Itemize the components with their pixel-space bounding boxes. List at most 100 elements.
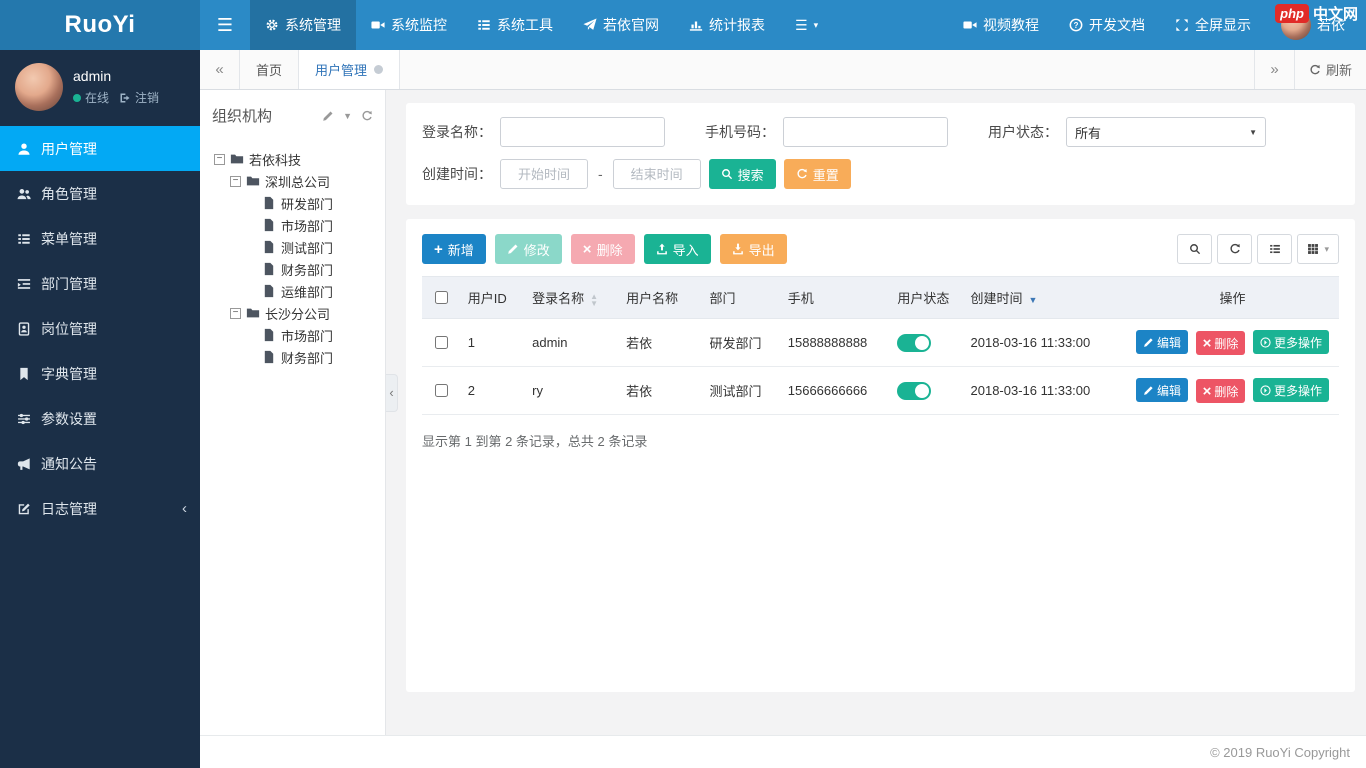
tab-close-icon[interactable] [374, 65, 384, 74]
sidebar-toggle-button[interactable]: ☰ [200, 0, 250, 50]
topnav-fullscreen[interactable]: 全屏显示 [1160, 0, 1266, 50]
tree-node-dept[interactable]: 市场部门 [214, 324, 381, 346]
status-toggle[interactable] [897, 381, 932, 400]
reset-button[interactable]: 重置 [783, 159, 851, 189]
row-more-button[interactable]: 更多操作 [1252, 330, 1329, 354]
sidebar-item-role-management[interactable]: 角色管理 [0, 171, 200, 216]
plus-icon: + [434, 240, 443, 258]
tree-node-dept[interactable]: 测试部门 [214, 236, 381, 258]
user-status-select[interactable]: 所有 ▼ [1066, 117, 1266, 147]
select-all-checkbox[interactable] [434, 291, 448, 304]
refresh-icon [796, 168, 808, 180]
tree-node-dept[interactable]: 研发部门 [214, 192, 381, 214]
topnav-more-dropdown[interactable]: ☰ ▾ [780, 0, 833, 50]
topnav-dev-docs[interactable]: 开发文档 [1054, 0, 1160, 50]
tree-node-label: 长沙分公司 [265, 306, 331, 322]
row-checkbox[interactable] [434, 384, 448, 397]
sidebar-item-post-management[interactable]: 岗位管理 [0, 306, 200, 351]
row-delete-button[interactable]: × 删除 [1195, 331, 1246, 355]
tree-node-branch[interactable]: − 长沙分公司 [214, 302, 381, 324]
sidebar-item-label: 菜单管理 [41, 230, 97, 247]
sidebar-item-log-management[interactable]: 日志管理 ‹ [0, 486, 200, 531]
row-edit-button[interactable]: 编辑 [1135, 378, 1188, 402]
sidebar-item-notice[interactable]: 通知公告 [0, 441, 200, 486]
tree-node-dept[interactable]: 市场部门 [214, 214, 381, 236]
cell-login-name: ry [524, 366, 619, 415]
tabs-scroll-right-button[interactable]: » [1253, 50, 1294, 89]
export-button[interactable]: 导出 [719, 234, 787, 264]
topnav-system-tools[interactable]: 系统工具 [462, 0, 568, 50]
tree-collapse-icon[interactable]: − [230, 307, 241, 319]
start-time-input[interactable] [500, 159, 588, 189]
topnav-label: 视频教程 [983, 17, 1039, 33]
refresh-icon[interactable] [361, 110, 373, 122]
copyright-text: © 2019 RuoYi Copyright [1210, 744, 1350, 760]
tree-collapse-icon[interactable]: − [230, 175, 241, 187]
row-checkbox[interactable] [434, 336, 448, 349]
import-button[interactable]: 导入 [643, 234, 711, 264]
topnav-official-site[interactable]: 若依官网 [568, 0, 674, 50]
x-icon: × [582, 240, 592, 258]
upload-icon [656, 243, 668, 255]
tree-collapse-icon[interactable]: − [214, 153, 225, 165]
status-toggle[interactable] [897, 333, 932, 352]
sidebar-item-label: 参数设置 [41, 410, 97, 427]
topnav-label: 若依官网 [603, 17, 659, 33]
user-avatar[interactable] [15, 63, 63, 111]
sidebar-item-menu-management[interactable]: 菜单管理 [0, 216, 200, 261]
org-tree: − 若依科技 − 深圳总公司 研发部门 市场部门 测试部门 财务部门 运维部门 … [200, 136, 385, 368]
delete-button[interactable]: × 删除 [570, 234, 635, 264]
caret-down-icon: ▾ [1324, 243, 1329, 254]
app-logo[interactable]: RuoYi [0, 0, 200, 50]
chevron-down-icon[interactable]: ▼ [343, 111, 352, 121]
table-toolbar: + 新增 修改 × 删除 导入 导出 ▾ [422, 234, 1339, 264]
tree-node-company[interactable]: − 若依科技 [214, 148, 381, 170]
toggle-view-button[interactable] [1257, 234, 1293, 264]
topnav-video-tutorial[interactable]: 视频教程 [948, 0, 1054, 50]
columns-button[interactable]: ▾ [1297, 234, 1339, 264]
col-header-created[interactable]: 创建时间 ▼ [962, 276, 1126, 319]
tab-refresh-button[interactable]: 刷新 [1293, 50, 1366, 89]
sidebar-item-dict-management[interactable]: 字典管理 [0, 351, 200, 396]
php-logo: php [1275, 3, 1309, 24]
tab-user-management[interactable]: 用户管理 [299, 50, 401, 89]
edit-icon [1143, 337, 1154, 348]
tree-node-dept[interactable]: 财务部门 [214, 346, 381, 368]
sidebar-item-param-settings[interactable]: 参数设置 [0, 396, 200, 441]
topnav-statistics[interactable]: 统计报表 [674, 0, 780, 50]
list-icon [17, 232, 31, 246]
tree-node-dept[interactable]: 财务部门 [214, 258, 381, 280]
login-name-input[interactable] [500, 117, 665, 147]
row-more-button[interactable]: 更多操作 [1252, 378, 1329, 402]
search-button[interactable]: 搜索 [708, 159, 776, 189]
tabs-scroll-left-button[interactable]: « [200, 50, 240, 89]
end-time-input[interactable] [612, 159, 701, 189]
page-footer: © 2019 RuoYi Copyright [200, 735, 1366, 768]
sidebar-item-dept-management[interactable]: 部门管理 [0, 261, 200, 306]
tree-node-branch[interactable]: − 深圳总公司 [214, 170, 381, 192]
phone-input[interactable] [783, 117, 948, 147]
topnav-system-management[interactable]: 系统管理 [250, 0, 356, 50]
x-icon: × [1202, 334, 1212, 352]
online-status-link[interactable]: 在线 [85, 89, 109, 106]
users-icon [17, 187, 31, 201]
sort-icon[interactable]: ▲ ▼ [590, 292, 598, 307]
topnav-label: 开发文档 [1089, 17, 1145, 33]
table-search-button[interactable] [1177, 234, 1213, 264]
edit-icon[interactable] [322, 110, 334, 122]
row-delete-button[interactable]: × 删除 [1195, 379, 1246, 403]
topnav-label: 全屏显示 [1195, 17, 1251, 33]
tree-node-dept[interactable]: 运维部门 [214, 280, 381, 302]
top-navbar: RuoYi ☰ 系统管理 系统监控 系统工具 若依官网 统计报表 ☰ ▾ 视频教… [0, 0, 1366, 50]
row-edit-button[interactable]: 编辑 [1135, 330, 1188, 354]
cell-created-time: 2018-03-16 11:33:00 [962, 366, 1126, 415]
topnav-system-monitor[interactable]: 系统监控 [356, 0, 462, 50]
edit-button[interactable]: 修改 [494, 234, 562, 264]
logout-link[interactable]: 注销 [135, 89, 159, 106]
add-button[interactable]: + 新增 [422, 234, 486, 264]
sidebar-item-user-management[interactable]: 用户管理 [0, 126, 200, 171]
table-refresh-button[interactable] [1217, 234, 1253, 264]
col-header-login-name[interactable]: 登录名称 ▲ ▼ [524, 276, 619, 319]
tab-home[interactable]: 首页 [240, 50, 300, 89]
panel-collapse-handle[interactable]: ‹ [386, 373, 398, 412]
